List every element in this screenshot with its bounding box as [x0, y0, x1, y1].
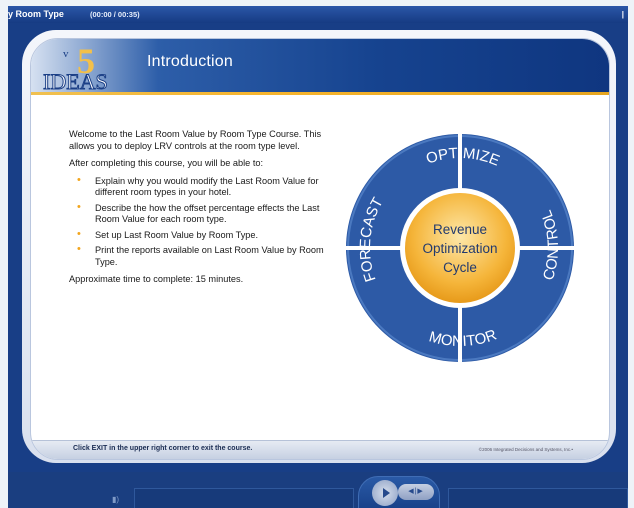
course-title: y Room Type	[8, 9, 64, 19]
intro-text-block: Welcome to the Last Room Value by Room T…	[69, 129, 331, 292]
course-player: y Room Type (00:00 / 00:35) | Introducti…	[8, 6, 628, 508]
revenue-cycle-diagram: FORECAST OPTIMIZE CONTROL MONITOR Revenu…	[343, 131, 577, 365]
list-item: • Set up Last Room Value by Room Type.	[77, 227, 259, 240]
title-bar-end-mark: |	[621, 10, 624, 19]
completion-time-note: Approximate time to complete: 15 minutes…	[69, 274, 244, 284]
play-icon	[382, 488, 390, 498]
hub-line-2: Optimization	[422, 241, 497, 256]
list-item: • Print the reports available on Last Roo…	[77, 243, 324, 267]
secondary-track	[448, 488, 628, 508]
exit-instruction: Click EXIT in the upper right corner to …	[73, 445, 253, 452]
title-bar: y Room Type (00:00 / 00:35) |	[8, 6, 628, 23]
copyright-text: ©2006 Integrated Decisions and Systems, …	[478, 447, 573, 452]
bullet-icon: •	[77, 243, 81, 255]
player-controls: ▮) ◀|▶	[8, 472, 628, 508]
logo-text: IDEAS	[43, 69, 108, 94]
bullet-icon: •	[77, 173, 81, 186]
logo-letter-v: v	[63, 48, 69, 60]
skip-buttons[interactable]: ◀|▶	[398, 484, 434, 500]
slide-footer: Click EXIT in the upper right corner to …	[31, 440, 609, 459]
speaker-icon[interactable]: ▮)	[112, 496, 122, 504]
bullet-icon: •	[77, 200, 81, 213]
objectives-lead: After completing this course, you will b…	[69, 158, 264, 168]
hub-line-3: Cycle	[443, 260, 477, 275]
progress-track[interactable]	[134, 488, 354, 508]
slide-title: Introduction	[147, 53, 234, 70]
time-readout: (00:00 / 00:35)	[90, 10, 140, 19]
slide-content: Introduction 5 v IDEAS Welcome to the La…	[30, 38, 610, 460]
list-item: • Explain why you would modify the Last R…	[77, 173, 319, 197]
play-button[interactable]	[372, 480, 398, 506]
intro-paragraph: Welcome to the Last Room Value by Room T…	[69, 129, 322, 151]
list-item: • Describe the how the offset percentage …	[77, 200, 320, 224]
bullet-icon: •	[77, 227, 81, 240]
objectives-list: • Explain why you would modify the Last R…	[69, 173, 331, 269]
slide-frame: Introduction 5 v IDEAS Welcome to the La…	[22, 30, 616, 463]
ideas-logo: 5 v IDEAS	[43, 43, 109, 95]
hub-line-1: Revenue	[433, 222, 487, 237]
